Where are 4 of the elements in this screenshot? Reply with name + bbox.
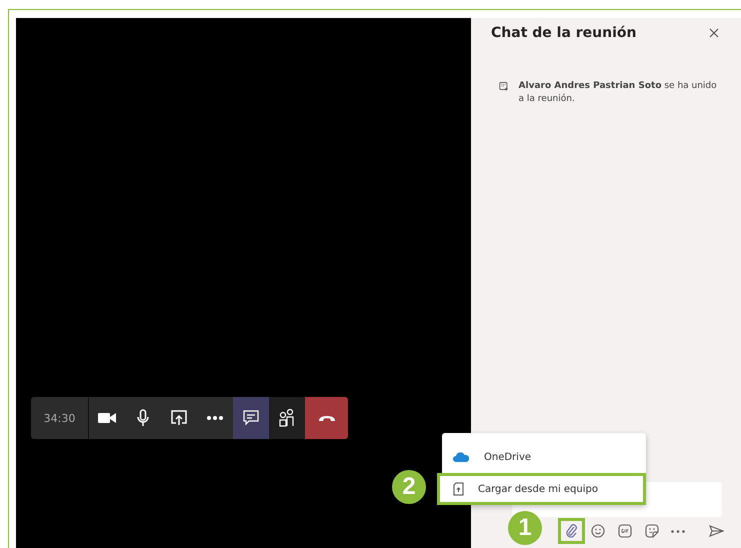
- system-message: Alvaro Andres Pastrian Soto se ha unido a la reunión.: [518, 80, 718, 106]
- call-timer: 34:30: [31, 397, 89, 439]
- panel-title: Chat de la reunión: [491, 25, 636, 41]
- step-number: 1: [508, 511, 542, 545]
